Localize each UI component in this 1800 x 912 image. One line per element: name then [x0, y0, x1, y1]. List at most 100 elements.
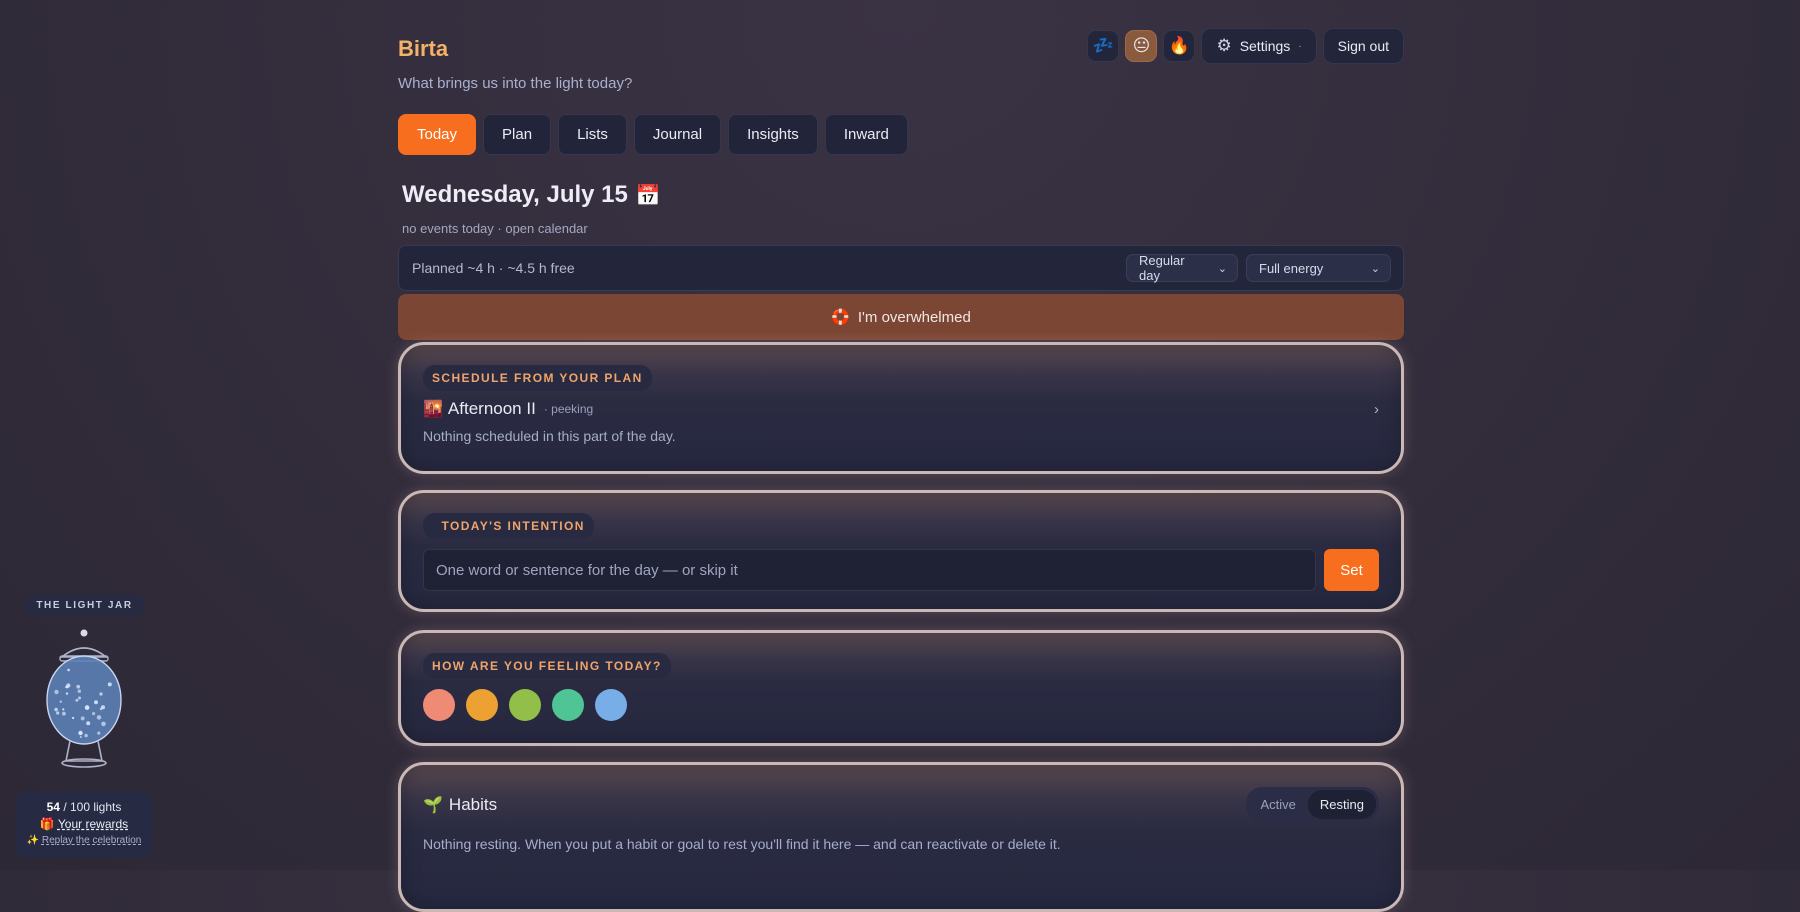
jar-light-dot — [79, 736, 82, 738]
schedule-period-row[interactable]: 🌇 Afternoon II · peeking › — [423, 399, 1379, 419]
replay-label: Replay the celebration — [41, 835, 142, 846]
tagline: What brings us into the light today? — [398, 75, 633, 92]
habits-card: 🌱 Habits Active Resting Nothing resting.… — [398, 762, 1404, 912]
intention-chip: TODAY'S INTENTION — [423, 513, 594, 539]
jar-light-dot — [76, 684, 80, 689]
habits-header: 🌱 Habits Active Resting — [423, 787, 1379, 822]
jar-light-dot — [54, 707, 58, 712]
day-type-select[interactable]: Regular day ⌄ — [1126, 253, 1238, 283]
replay-celebration-link[interactable]: ✨ Replay the celebration — [16, 835, 152, 846]
jar-light-dot — [65, 692, 69, 695]
jar-light-dot — [75, 698, 79, 702]
jar-light-dot — [80, 716, 85, 721]
rewards-label: Your rewards — [57, 817, 129, 831]
chevron-down-icon: ⌄ — [1370, 262, 1380, 275]
jar-light-dot — [86, 721, 91, 726]
neutral-face-icon[interactable]: 😐 — [1125, 30, 1158, 62]
gift-icon: 🎁 — [39, 817, 55, 831]
habits-title: Habits — [448, 794, 498, 814]
jar-light-dot — [62, 708, 65, 711]
intention-card: TODAY'S INTENTION Set — [398, 490, 1404, 612]
intention-row: Set — [423, 549, 1379, 591]
tab-plan[interactable]: Plan — [483, 114, 552, 155]
feeling-option-5[interactable] — [595, 689, 627, 721]
jar-light-dot — [54, 689, 59, 695]
lights-count: 54 / 100 lights — [16, 800, 152, 814]
page-title: Wednesday, July 15 📅 — [402, 181, 661, 209]
feeling-options — [423, 689, 1379, 721]
segment-resting[interactable]: Resting — [1307, 790, 1376, 819]
lights-count-value: 54 — [46, 800, 60, 814]
habits-empty-text: Nothing resting. When you put a habit or… — [423, 836, 1061, 852]
tab-lists[interactable]: Lists — [558, 114, 627, 155]
jar-light-dot — [94, 700, 98, 705]
jar-light-dot — [56, 711, 60, 715]
jar-light-dot — [85, 705, 88, 708]
feeling-card: HOW ARE YOU FEELING TODAY? — [398, 630, 1404, 746]
settings-dot: · — [1298, 40, 1302, 52]
jar-light-dot — [77, 689, 81, 693]
schedule-card: SCHEDULE FROM YOUR PLAN 🌇 Afternoon II ·… — [398, 342, 1404, 474]
jar-light-dot — [78, 696, 81, 700]
settings-button[interactable]: ⚙ Settings · — [1201, 28, 1317, 64]
tab-insights[interactable]: Insights — [728, 114, 818, 155]
calendar-icon[interactable]: 📅 — [636, 183, 661, 208]
jar-light-dot — [107, 682, 112, 687]
habits-segment: Active Resting — [1245, 787, 1379, 822]
calendar-link[interactable]: no events today · open calendar — [402, 221, 588, 236]
sleepy-icon[interactable]: 💤 — [1087, 30, 1120, 62]
sparkles-icon: ✨ — [26, 835, 40, 846]
jar-light-dot — [72, 716, 75, 720]
light-jar-stats: 54 / 100 lights 🎁 Your rewards ✨ Replay … — [16, 792, 152, 858]
jar-light-dot — [99, 707, 103, 711]
jar-light-dot — [59, 700, 62, 703]
tab-inward[interactable]: Inward — [824, 114, 908, 155]
period-status: · peeking — [543, 402, 594, 416]
chevron-down-icon: ⌄ — [1217, 262, 1227, 275]
intention-input[interactable] — [423, 549, 1316, 591]
plan-summary-bar: Planned ~4 h · ~4.5 h free Regular day ⌄… — [398, 245, 1404, 291]
tab-today[interactable]: Today — [398, 114, 477, 155]
overwhelmed-button[interactable]: 🛟 I'm overwhelmed — [398, 294, 1404, 340]
segment-active[interactable]: Active — [1249, 790, 1308, 819]
jar-light-dot — [96, 715, 102, 720]
schedule-chip: SCHEDULE FROM YOUR PLAN — [423, 365, 652, 391]
set-intention-button[interactable]: Set — [1324, 549, 1379, 591]
feeling-option-4[interactable] — [552, 689, 584, 721]
schedule-empty-text: Nothing scheduled in this part of the da… — [423, 428, 676, 444]
light-jar-icon[interactable] — [40, 625, 130, 777]
rewards-link[interactable]: 🎁 Your rewards — [16, 817, 152, 831]
jar-light-dot — [67, 668, 70, 672]
jar-light-dot — [92, 712, 96, 716]
jar-light-dot — [62, 711, 66, 716]
jar-light-dot — [65, 685, 68, 689]
lifebuoy-icon: 🛟 — [831, 309, 850, 326]
tab-journal[interactable]: Journal — [633, 114, 722, 155]
lights-total: / 100 lights — [63, 800, 122, 814]
jar-light-dot — [97, 731, 101, 735]
brand-title: Birta — [398, 36, 449, 61]
top-toolbar: 💤 😐 🔥 ⚙ Settings · Sign out — [1087, 28, 1404, 64]
fire-icon[interactable]: 🔥 — [1163, 30, 1196, 62]
jar-light-dot — [101, 721, 106, 727]
light-jar-label: THE LIGHT JAR — [24, 594, 145, 617]
sleepy-glyph: 💤 — [1092, 36, 1115, 55]
sunset-icon: 🌇 — [423, 401, 443, 418]
period-title: Afternoon II — [447, 399, 536, 418]
fire-glyph: 🔥 — [1168, 36, 1191, 55]
gear-icon: ⚙ — [1216, 36, 1232, 55]
feeling-option-3[interactable] — [509, 689, 541, 721]
energy-select[interactable]: Full energy ⌄ — [1246, 254, 1391, 282]
main-tabs: Today Plan Lists Journal Insights Inward — [398, 114, 908, 155]
energy-value: Full energy — [1259, 260, 1324, 276]
jar-light-dot — [99, 692, 103, 696]
feeling-option-1[interactable] — [423, 689, 455, 721]
sign-out-button[interactable]: Sign out — [1322, 28, 1404, 64]
feeling-option-2[interactable] — [466, 689, 498, 721]
plan-summary: Planned ~4 h · ~4.5 h free — [412, 260, 575, 276]
settings-label: Settings — [1239, 38, 1291, 54]
date-text: Wednesday, July 15 — [402, 181, 628, 208]
feeling-chip: HOW ARE YOU FEELING TODAY? — [423, 653, 671, 679]
chevron-right-icon[interactable]: › — [1374, 401, 1379, 418]
jar-light-dot — [78, 730, 83, 736]
